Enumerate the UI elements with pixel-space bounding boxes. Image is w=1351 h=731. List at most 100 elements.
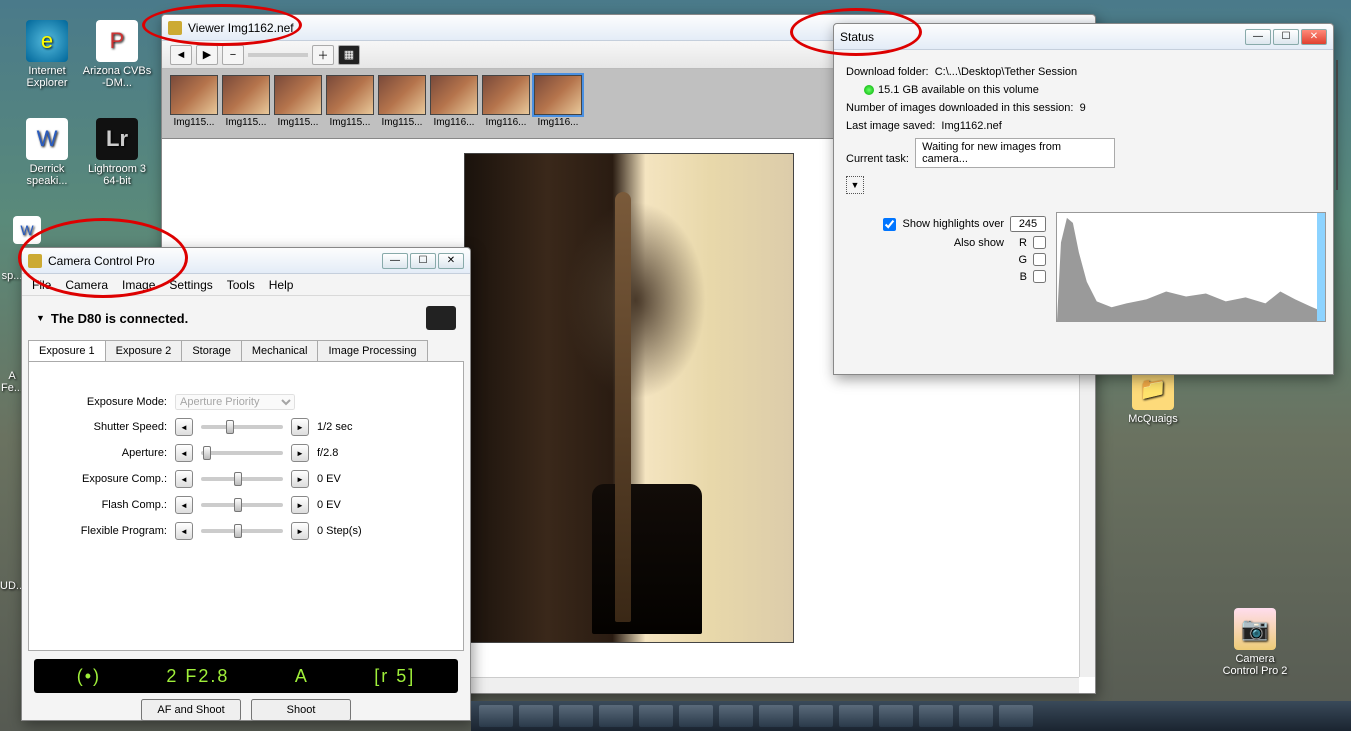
shutter-slider[interactable] xyxy=(201,425,283,429)
show-highlights-checkbox[interactable] xyxy=(883,218,896,231)
ev-dec-button[interactable]: ◄ xyxy=(175,470,193,488)
thumb-2[interactable]: Img115... xyxy=(274,75,322,128)
shutter-inc-button[interactable]: ► xyxy=(291,418,309,436)
viewer-title: Viewer Img1162.nef xyxy=(188,21,294,35)
menu-camera[interactable]: Camera xyxy=(65,278,108,292)
task-value: Waiting for new images from camera... xyxy=(915,138,1115,168)
r-checkbox[interactable] xyxy=(1033,236,1046,249)
task-item[interactable] xyxy=(679,705,713,727)
ev-slider[interactable] xyxy=(201,477,283,481)
count-value: 9 xyxy=(1080,102,1086,114)
ccp2-icon[interactable]: 📷Camera Control Pro 2 xyxy=(1220,608,1290,677)
menu-image[interactable]: Image xyxy=(122,278,155,292)
b-checkbox[interactable] xyxy=(1033,270,1046,283)
flash-slider[interactable] xyxy=(201,503,283,507)
menu-settings[interactable]: Settings xyxy=(169,278,212,292)
disk-ok-icon xyxy=(864,85,874,95)
task-item[interactable] xyxy=(759,705,793,727)
status-titlebar[interactable]: Status — ☐ ✕ xyxy=(834,24,1333,50)
flash-inc-button[interactable]: ► xyxy=(291,496,309,514)
grid-toggle-button[interactable]: ▦ xyxy=(338,45,360,65)
close-button[interactable]: ✕ xyxy=(1301,29,1327,45)
task-item[interactable] xyxy=(839,705,873,727)
task-item[interactable] xyxy=(479,705,513,727)
flex-slider[interactable] xyxy=(201,529,283,533)
minimize-button[interactable]: — xyxy=(382,253,408,269)
taskbar[interactable] xyxy=(471,701,1351,731)
folder-icon[interactable]: 📁McQuaigs xyxy=(1118,368,1188,425)
thumb-4[interactable]: Img115... xyxy=(378,75,426,128)
play-button[interactable]: ▶ xyxy=(196,45,218,65)
tab-mechanical[interactable]: Mechanical xyxy=(241,340,319,361)
menu-tools[interactable]: Tools xyxy=(227,278,255,292)
ccp-menubar: File Camera Image Settings Tools Help xyxy=(22,274,470,296)
g-checkbox[interactable] xyxy=(1033,253,1046,266)
connection-status: ▼ The D80 is connected. xyxy=(22,296,470,340)
tab-exposure2[interactable]: Exposure 2 xyxy=(105,340,183,361)
thumb-7[interactable]: Img116... xyxy=(534,75,582,128)
status-window: Status — ☐ ✕ Download folder: C:\...\Des… xyxy=(833,23,1334,375)
ccp-app-icon xyxy=(28,254,42,268)
menu-file[interactable]: File xyxy=(32,278,51,292)
maximize-button[interactable]: ☐ xyxy=(1273,29,1299,45)
thumb-0[interactable]: Img115... xyxy=(170,75,218,128)
lightroom-icon[interactable]: LrLightroom 3 64-bit xyxy=(82,118,152,187)
zoom-out-button[interactable]: − xyxy=(222,45,244,65)
aperture-label: Aperture: xyxy=(47,447,167,459)
lcd-display: (•) 2 F2.8 A [r 5] xyxy=(34,659,458,693)
close-button[interactable]: ✕ xyxy=(438,253,464,269)
show-highlights-label: Show highlights over xyxy=(902,218,1004,230)
lcd-focus-icon: (•) xyxy=(77,666,101,687)
zoom-slider[interactable] xyxy=(248,53,308,57)
ccp-tabs: Exposure 1 Exposure 2 Storage Mechanical… xyxy=(22,340,470,361)
exposure-mode-select[interactable]: Aperture Priority xyxy=(175,394,295,410)
af-shoot-button[interactable]: AF and Shoot xyxy=(141,699,241,721)
minimize-button[interactable]: — xyxy=(1245,29,1271,45)
zoom-in-button[interactable]: ＋ xyxy=(312,45,334,65)
tab-storage[interactable]: Storage xyxy=(181,340,242,361)
task-item[interactable] xyxy=(599,705,633,727)
task-item[interactable] xyxy=(559,705,593,727)
task-item[interactable] xyxy=(639,705,673,727)
expand-toggle[interactable]: ▼ xyxy=(846,176,864,194)
word-icon[interactable]: WDerrick speaki... xyxy=(12,118,82,187)
dl-folder-path: C:\...\Desktop\Tether Session xyxy=(935,66,1077,78)
flex-value: 0 Step(s) xyxy=(317,525,377,537)
ccp-titlebar[interactable]: Camera Control Pro — ☐ ✕ xyxy=(22,248,470,274)
ppt-icon[interactable]: PArizona CVBs -DM... xyxy=(82,20,152,89)
prev-button[interactable]: ◄ xyxy=(170,45,192,65)
highlights-value[interactable] xyxy=(1010,216,1046,232)
maximize-button[interactable]: ☐ xyxy=(410,253,436,269)
task-item[interactable] xyxy=(879,705,913,727)
task-item[interactable] xyxy=(959,705,993,727)
aperture-value: f/2.8 xyxy=(317,447,377,459)
aperture-dec-button[interactable]: ◄ xyxy=(175,444,193,462)
task-item[interactable] xyxy=(999,705,1033,727)
thumb-3[interactable]: Img115... xyxy=(326,75,374,128)
task-item[interactable] xyxy=(919,705,953,727)
flash-dec-button[interactable]: ◄ xyxy=(175,496,193,514)
aperture-slider[interactable] xyxy=(201,451,283,455)
count-label: Number of images downloaded in this sess… xyxy=(846,102,1073,114)
ie-icon[interactable]: eInternet Explorer xyxy=(12,20,82,89)
ev-inc-button[interactable]: ► xyxy=(291,470,309,488)
camera-icon xyxy=(426,306,456,330)
task-item[interactable] xyxy=(799,705,833,727)
tab-exposure1[interactable]: Exposure 1 xyxy=(28,340,106,361)
thumb-5[interactable]: Img116... xyxy=(430,75,478,128)
menu-help[interactable]: Help xyxy=(269,278,294,292)
task-label: Current task: xyxy=(846,153,909,165)
thumb-6[interactable]: Img116... xyxy=(482,75,530,128)
disclosure-triangle-icon[interactable]: ▼ xyxy=(36,313,45,323)
shutter-dec-button[interactable]: ◄ xyxy=(175,418,193,436)
viewer-app-icon xyxy=(168,21,182,35)
thumb-1[interactable]: Img115... xyxy=(222,75,270,128)
flex-inc-button[interactable]: ► xyxy=(291,522,309,540)
word2-icon[interactable]: W xyxy=(12,216,42,247)
tab-imageproc[interactable]: Image Processing xyxy=(317,340,427,361)
task-item[interactable] xyxy=(519,705,553,727)
task-item[interactable] xyxy=(719,705,753,727)
flex-dec-button[interactable]: ◄ xyxy=(175,522,193,540)
shoot-button[interactable]: Shoot xyxy=(251,699,351,721)
aperture-inc-button[interactable]: ► xyxy=(291,444,309,462)
